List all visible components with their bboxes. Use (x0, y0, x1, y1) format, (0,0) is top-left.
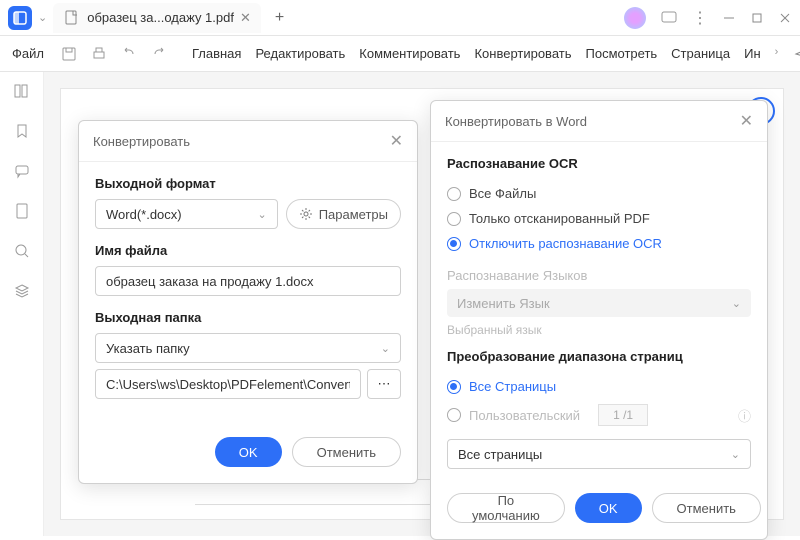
chevron-right-icon[interactable]: › (775, 46, 779, 61)
tab-home[interactable]: Главная (192, 46, 241, 61)
dropdown-icon[interactable]: ⌄ (38, 11, 47, 24)
menubar: Файл Главная Редактировать Комментироват… (0, 36, 800, 72)
params-label: Параметры (319, 207, 388, 222)
format-value: Word(*.docx) (106, 207, 182, 222)
info-icon: ⓘ (738, 406, 751, 425)
attachment-icon[interactable] (13, 202, 31, 220)
radio-disable-ocr[interactable]: Отключить распознавание OCR (447, 231, 751, 256)
quick-actions (60, 45, 168, 63)
folder-select-value: Указать папку (106, 341, 190, 356)
tab-convert[interactable]: Конвертировать (474, 46, 571, 61)
page-range-input (598, 404, 648, 426)
dialog-title: Конвертировать в Word (445, 114, 587, 129)
add-tab-button[interactable]: + (267, 9, 292, 27)
thumbnails-icon[interactable] (13, 82, 31, 100)
radio-icon (447, 237, 461, 251)
tab-edit[interactable]: Редактировать (255, 46, 345, 61)
print-icon[interactable] (90, 45, 108, 63)
dialog-footer: По умолчанию OK Отменить (431, 483, 767, 539)
titlebar-right: ⋮ (624, 7, 792, 29)
format-select[interactable]: Word(*.docx) ⌄ (95, 199, 278, 229)
ok-button[interactable]: OK (575, 493, 642, 523)
document-tab[interactable]: образец за...одажу 1.pdf ✕ (53, 3, 261, 33)
range-section-title: Преобразование диапазона страниц (447, 349, 751, 364)
lang-section-title: Распознавание Языков (447, 268, 751, 283)
convert-word-dialog: Конвертировать в Word ✕ Распознавание OC… (430, 100, 768, 540)
radio-label: Только отсканированный PDF (469, 211, 650, 226)
tab-page[interactable]: Страница (671, 46, 730, 61)
dialog-header: Конвертировать в Word ✕ (431, 101, 767, 142)
menubar-actions (794, 45, 800, 63)
radio-custom-pages[interactable]: Пользовательский ⓘ (447, 399, 751, 431)
cancel-button[interactable]: Отменить (652, 493, 761, 523)
radio-label: Отключить распознавание OCR (469, 236, 662, 251)
folder-path-input[interactable] (95, 369, 361, 399)
format-label: Выходной формат (95, 176, 401, 191)
share-icon[interactable] (794, 45, 800, 63)
lang-change-label: Изменить Язык (457, 296, 550, 311)
maximize-button[interactable] (750, 11, 764, 25)
close-icon[interactable]: ✕ (740, 111, 753, 131)
selected-lang-label: Выбранный язык (447, 323, 751, 337)
search-icon[interactable] (13, 242, 31, 260)
app-logo (8, 6, 32, 30)
dialog-header: Конвертировать ✕ (79, 121, 417, 162)
layers-icon[interactable] (13, 282, 31, 300)
file-menu[interactable]: Файл (12, 46, 44, 61)
titlebar: ⌄ образец за...одажу 1.pdf ✕ + ⋮ (0, 0, 800, 36)
dialog-footer: OK Отменить (79, 427, 417, 483)
radio-scanned-only[interactable]: Только отсканированный PDF (447, 206, 751, 231)
tab-title: образец за...одажу 1.pdf (87, 10, 234, 25)
params-button[interactable]: Параметры (286, 199, 401, 229)
chevron-down-icon: ⌄ (381, 342, 390, 355)
pages-select-value: Все страницы (458, 447, 542, 462)
close-window-button[interactable] (778, 11, 792, 25)
ok-button[interactable]: OK (215, 437, 282, 467)
chevron-down-icon: ⌄ (257, 208, 266, 221)
radio-icon (447, 187, 461, 201)
radio-icon (447, 380, 461, 394)
folder-label: Выходная папка (95, 310, 401, 325)
bookmark-icon[interactable] (13, 122, 31, 140)
gear-icon (299, 207, 313, 221)
default-button[interactable]: По умолчанию (447, 493, 565, 523)
chevron-down-icon: ⌄ (731, 448, 740, 461)
browse-button[interactable]: ⋯ (367, 369, 401, 399)
undo-icon[interactable] (120, 45, 138, 63)
redo-icon[interactable] (150, 45, 168, 63)
tab-more[interactable]: Ин (744, 46, 761, 61)
minimize-button[interactable] (722, 11, 736, 25)
chat-icon[interactable] (13, 162, 31, 180)
radio-icon (447, 212, 461, 226)
radio-label: Все Страницы (469, 379, 556, 394)
radio-all-files[interactable]: Все Файлы (447, 181, 751, 206)
filename-input[interactable] (95, 266, 401, 296)
ribbon-tabs: Главная Редактировать Комментировать Кон… (192, 46, 778, 61)
radio-label: Все Файлы (469, 186, 536, 201)
chevron-down-icon: ⌄ (732, 297, 741, 310)
dialog-title: Конвертировать (93, 134, 190, 149)
convert-dialog: Конвертировать ✕ Выходной формат Word(*.… (78, 120, 418, 484)
radio-all-pages[interactable]: Все Страницы (447, 374, 751, 399)
save-icon[interactable] (60, 45, 78, 63)
avatar[interactable] (624, 7, 646, 29)
filename-label: Имя файла (95, 243, 401, 258)
ocr-section-title: Распознавание OCR (447, 156, 751, 171)
radio-icon (447, 408, 461, 422)
close-icon[interactable]: ✕ (390, 131, 403, 151)
folder-select[interactable]: Указать папку ⌄ (95, 333, 401, 363)
kebab-menu-icon[interactable]: ⋮ (692, 8, 708, 28)
close-tab-icon[interactable]: ✕ (240, 10, 251, 26)
pages-select[interactable]: Все страницы ⌄ (447, 439, 751, 469)
tab-view[interactable]: Посмотреть (586, 46, 658, 61)
radio-label: Пользовательский (469, 408, 580, 423)
lang-select: Изменить Язык ⌄ (447, 289, 751, 317)
pdf-icon (63, 9, 81, 27)
comment-icon[interactable] (660, 9, 678, 27)
sidebar (0, 72, 44, 536)
cancel-button[interactable]: Отменить (292, 437, 401, 467)
tab-comment[interactable]: Комментировать (359, 46, 460, 61)
